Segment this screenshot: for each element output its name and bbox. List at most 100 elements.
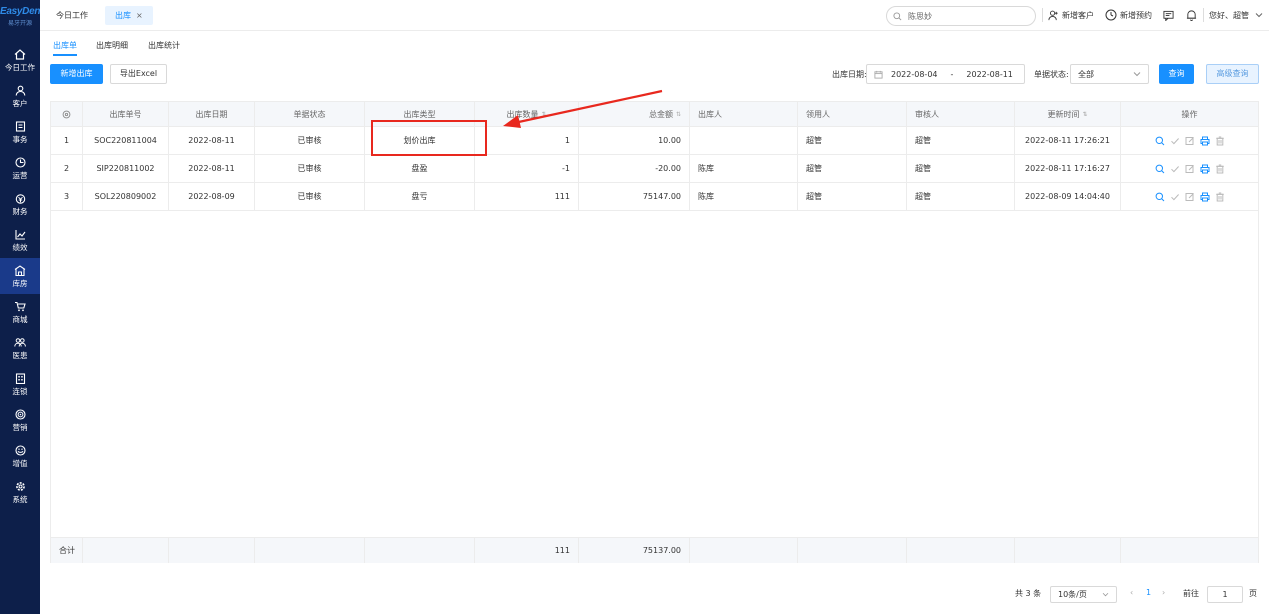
sidebar-item-label: 今日工作 (5, 62, 35, 72)
subtab-outbound-stats[interactable]: 出库统计 (148, 40, 180, 51)
sidebar-item-label: 营销 (12, 422, 28, 432)
logo[interactable]: EasyDent 易牙开源 (0, 6, 43, 27)
cell-actions (1121, 127, 1258, 154)
footer-amount: 75137.00 (579, 538, 690, 563)
total-count: 共 3 条 (1015, 589, 1042, 598)
sidebar-item-building[interactable]: 连锁 (0, 366, 40, 402)
sidebar-item-home[interactable]: 今日工作 (0, 42, 40, 78)
sort-icon[interactable]: ⇅ (541, 111, 546, 118)
query-button[interactable]: 查询 (1159, 64, 1194, 84)
next-page-button[interactable]: › (1162, 588, 1165, 597)
subtab-outbound-detail[interactable]: 出库明细 (96, 40, 128, 51)
chevron-down-icon (1255, 13, 1263, 18)
table-row[interactable]: 3 SOL220809002 2022-08-09 已审核 盘亏 111 75147.00 陈… (51, 183, 1258, 211)
table-row[interactable]: 2 SIP220811002 2022-08-11 已审核 盘盈 -1 -20.00 陈库 超管… (51, 155, 1258, 183)
date-range-picker[interactable]: 2022-08-04 - 2022-08-11 (866, 64, 1025, 84)
col-label: 操作 (1181, 109, 1198, 119)
sidebar-item-clock[interactable]: 运营 (0, 150, 40, 186)
check-icon[interactable] (1170, 192, 1180, 202)
table-row[interactable]: 1 SOC220811004 2022-08-11 已审核 划价出库 1 10.00 超管 超管… (51, 127, 1258, 155)
col-header-amount[interactable]: 总金额 ⇅ (579, 102, 690, 126)
sidebar-item-gift[interactable]: 增值 (0, 438, 40, 474)
advanced-query-button[interactable]: 高级查询 (1206, 64, 1259, 84)
cell-amount: 10.00 (579, 127, 690, 154)
view-icon[interactable] (1155, 136, 1165, 146)
task-icon (13, 120, 27, 133)
search-box[interactable] (886, 6, 1036, 26)
cell-qty: 1 (475, 127, 579, 154)
goto-label: 前往 (1183, 589, 1199, 598)
view-icon[interactable] (1155, 164, 1165, 174)
prev-page-button[interactable]: ‹ (1130, 588, 1133, 597)
sort-icon[interactable]: ⇅ (676, 111, 681, 118)
cell-auditor: 超管 (907, 127, 1015, 154)
page-size-select[interactable]: 10条/页 (1050, 586, 1117, 603)
tab-label: 出库 (115, 11, 131, 20)
tab-label: 今日工作 (56, 11, 88, 20)
cell-type: 盘盈 (365, 155, 475, 182)
user-menu[interactable]: 您好、超管 (1209, 8, 1263, 22)
print-icon[interactable] (1200, 136, 1210, 146)
sidebar-item-label: 增值 (12, 458, 28, 468)
sidebar-item-warehouse[interactable]: 库房 (0, 258, 40, 294)
chevron-down-icon (1133, 72, 1141, 77)
sidebar-item-cart[interactable]: 商城 (0, 294, 40, 330)
close-icon[interactable]: × (136, 11, 143, 20)
check-icon[interactable] (1170, 136, 1180, 146)
search-input[interactable] (908, 11, 1018, 21)
delete-icon[interactable] (1215, 164, 1225, 174)
new-appointment-button[interactable]: 新增预约 (1105, 8, 1152, 22)
sidebar-item-gear[interactable]: 系统 (0, 474, 40, 510)
sidebar-item-label: 商城 (12, 314, 28, 324)
sidebar-item-user[interactable]: 客户 (0, 78, 40, 114)
footer-empty (1015, 538, 1121, 563)
footer-empty (83, 538, 169, 563)
sidebar-item-label: 财务 (12, 206, 28, 216)
col-header-type: 出库类型 (365, 102, 475, 126)
edit-icon[interactable] (1185, 164, 1195, 174)
settings-column-header[interactable] (51, 102, 83, 126)
message-button[interactable] (1163, 8, 1174, 22)
sidebar-item-chart[interactable]: 绩效 (0, 222, 40, 258)
sidebar-item-money[interactable]: 财务 (0, 186, 40, 222)
cell-taker: 超管 (798, 155, 907, 182)
status-label: 单据状态: (1034, 70, 1069, 79)
tab-today-work[interactable]: 今日工作 (46, 6, 98, 25)
goto-suffix: 页 (1249, 589, 1257, 598)
print-icon[interactable] (1200, 164, 1210, 174)
col-label: 审核人 (915, 109, 939, 119)
goto-page-input[interactable] (1207, 586, 1243, 603)
edit-icon[interactable] (1185, 136, 1195, 146)
sidebar-item-people[interactable]: 医患 (0, 330, 40, 366)
new-customer-button[interactable]: 新增客户 (1048, 8, 1094, 22)
check-icon[interactable] (1170, 164, 1180, 174)
sort-icon[interactable]: ⇅ (1082, 111, 1087, 118)
status-select[interactable]: 全部 (1070, 64, 1149, 84)
col-header-updated[interactable]: 更新时间 ⇅ (1015, 102, 1121, 126)
sidebar-item-task[interactable]: 事务 (0, 114, 40, 150)
tab-outbound[interactable]: 出库 × (105, 6, 153, 25)
notification-button[interactable] (1186, 8, 1197, 22)
subtab-outbound-order[interactable]: 出库单 (53, 40, 77, 51)
page-size-value: 10条/页 (1058, 590, 1087, 599)
money-icon (13, 192, 27, 205)
delete-icon[interactable] (1215, 192, 1225, 202)
print-icon[interactable] (1200, 192, 1210, 202)
col-header-status: 单据状态 (255, 102, 365, 126)
view-icon[interactable] (1155, 192, 1165, 202)
sidebar-item-target[interactable]: 营销 (0, 402, 40, 438)
sidebar-nav: 今日工作客户 事务 运营财务绩效 库房商城医患 连锁营销增值系统 (0, 42, 40, 510)
cell-updated: 2022-08-11 17:16:27 (1015, 155, 1121, 182)
cell-date: 2022-08-11 (169, 155, 255, 182)
col-header-qty[interactable]: 出库数量 ⇅ (475, 102, 579, 126)
edit-icon[interactable] (1185, 192, 1195, 202)
bell-icon (1186, 10, 1197, 21)
new-outbound-button[interactable]: 新增出库 (50, 64, 103, 84)
date-separator: - (950, 69, 954, 79)
people-icon (13, 336, 27, 349)
footer-empty (907, 538, 1015, 563)
gift-icon (13, 444, 27, 457)
current-page[interactable]: 1 (1146, 588, 1151, 597)
export-excel-button[interactable]: 导出Excel (110, 64, 167, 84)
delete-icon[interactable] (1215, 136, 1225, 146)
